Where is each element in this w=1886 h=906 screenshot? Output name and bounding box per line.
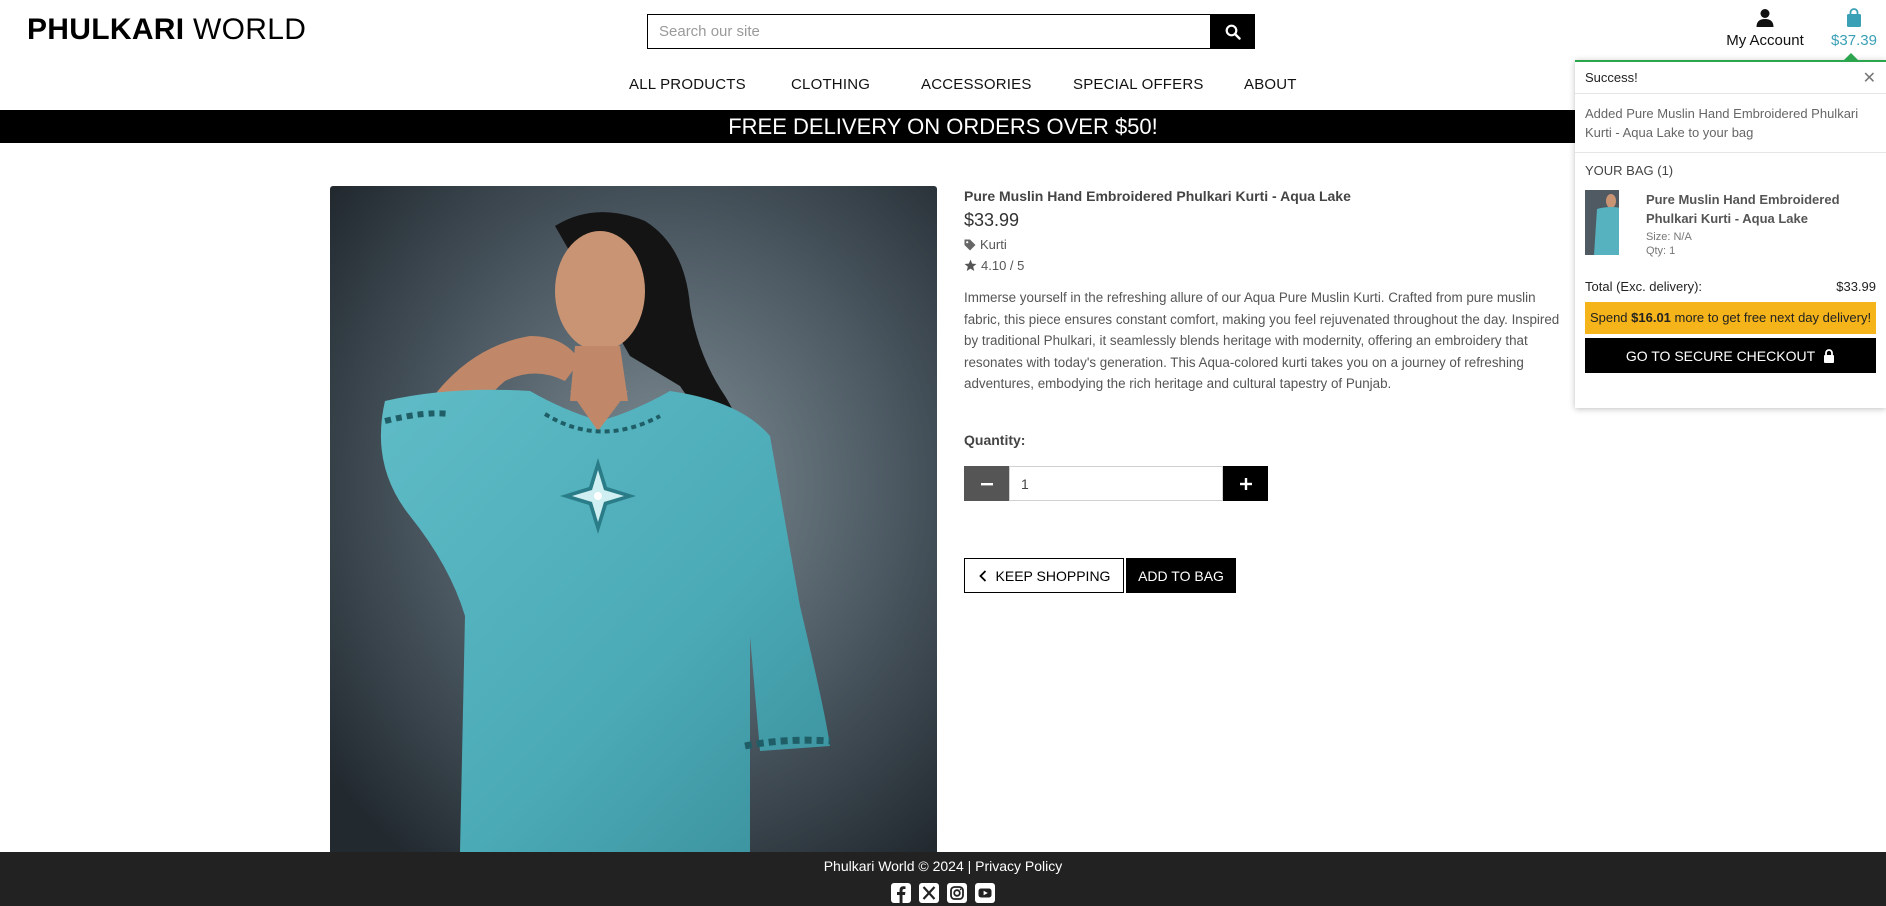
search-input[interactable] bbox=[647, 14, 1210, 49]
toast-message: Added Pure Muslin Hand Embroidered Phulk… bbox=[1575, 94, 1886, 153]
free-delivery-notice: Spend $16.01 more to get free next day d… bbox=[1585, 302, 1876, 334]
product-info: Pure Muslin Hand Embroidered Phulkari Ku… bbox=[964, 188, 1562, 395]
toast-arrow bbox=[1844, 53, 1858, 60]
search-bar bbox=[647, 14, 1255, 49]
bag-item-thumbnail bbox=[1585, 190, 1619, 255]
shopping-bag-icon bbox=[1847, 8, 1861, 27]
search-icon bbox=[1225, 24, 1241, 40]
product-image[interactable] bbox=[330, 186, 937, 852]
bag-item[interactable]: Pure Muslin Hand Embroidered Phulkari Ku… bbox=[1575, 178, 1886, 257]
rating-value: 4.10 / 5 bbox=[981, 258, 1025, 273]
social-links bbox=[0, 882, 1886, 904]
tag-icon bbox=[964, 239, 976, 250]
logo-light-text: WORLD bbox=[193, 13, 307, 46]
chevron-left-icon bbox=[978, 569, 986, 582]
plus-icon bbox=[1239, 477, 1252, 490]
nav-clothing[interactable]: CLOTHING bbox=[791, 76, 870, 93]
keep-shopping-label: KEEP SHOPPING bbox=[995, 567, 1111, 584]
quantity-stepper bbox=[964, 466, 1268, 501]
keep-shopping-button[interactable]: KEEP SHOPPING bbox=[964, 558, 1124, 593]
facebook-icon[interactable] bbox=[890, 882, 912, 904]
success-toast: Success! ✕ Added Pure Muslin Hand Embroi… bbox=[1575, 53, 1886, 408]
spend-prefix: Spend bbox=[1589, 310, 1632, 325]
logo-bold-text: PHULKARI bbox=[27, 13, 185, 46]
youtube-icon[interactable] bbox=[974, 882, 996, 904]
site-footer: Phulkari World © 2024 | Privacy Policy bbox=[0, 852, 1886, 906]
bag-total-label: Total (Exc. delivery): bbox=[1585, 279, 1703, 294]
product-category[interactable]: Kurti bbox=[964, 237, 1562, 252]
nav-special-offers[interactable]: SPECIAL OFFERS bbox=[1073, 76, 1204, 93]
bag-item-qty: Qty: 1 bbox=[1645, 245, 1676, 257]
my-account-label: My Account bbox=[1726, 32, 1804, 49]
bag-total-row: Total (Exc. delivery): $33.99 bbox=[1575, 279, 1886, 294]
nav-accessories[interactable]: ACCESSORIES bbox=[921, 76, 1032, 93]
bag-heading: YOUR BAG (1) bbox=[1585, 163, 1674, 178]
lock-icon bbox=[1824, 348, 1835, 363]
user-icon bbox=[1756, 9, 1774, 27]
bag-item-details: Pure Muslin Hand Embroidered Phulkari Ku… bbox=[1646, 190, 1876, 257]
increase-quantity-button[interactable] bbox=[1223, 466, 1268, 501]
spend-suffix: more to get free next day delivery! bbox=[1670, 310, 1872, 325]
my-account-link[interactable]: My Account bbox=[1706, 8, 1824, 49]
x-icon[interactable] bbox=[918, 882, 940, 904]
product-photo bbox=[330, 186, 937, 852]
spend-amount: $16.01 bbox=[1631, 310, 1671, 325]
bag-total-value: $33.99 bbox=[1836, 279, 1876, 294]
bag-item-size: Size: N/A bbox=[1645, 231, 1692, 243]
close-icon[interactable]: ✕ bbox=[1863, 68, 1876, 88]
product-rating: 4.10 / 5 bbox=[964, 258, 1562, 273]
instagram-icon[interactable] bbox=[946, 882, 968, 904]
product-name: Pure Muslin Hand Embroidered Phulkari Ku… bbox=[964, 188, 1351, 204]
add-to-bag-button[interactable]: ADD TO BAG bbox=[1126, 558, 1236, 593]
minus-icon bbox=[980, 482, 993, 485]
search-button[interactable] bbox=[1210, 14, 1255, 49]
product-price: $33.99 bbox=[964, 210, 1020, 230]
secure-checkout-button[interactable]: GO TO SECURE CHECKOUT bbox=[1585, 338, 1876, 373]
toast-header: Success! ✕ bbox=[1575, 62, 1886, 94]
nav-about[interactable]: ABOUT bbox=[1244, 76, 1297, 93]
nav-all-products[interactable]: ALL PRODUCTS bbox=[629, 76, 746, 93]
bag-item-name: Pure Muslin Hand Embroidered Phulkari Ku… bbox=[1645, 192, 1840, 226]
shopping-bag-link[interactable]: $37.39 bbox=[1822, 8, 1886, 49]
quantity-input[interactable] bbox=[1009, 466, 1223, 501]
site-logo[interactable]: PHULKARI WORLD bbox=[27, 13, 306, 47]
star-icon bbox=[964, 259, 977, 271]
category-label: Kurti bbox=[980, 237, 1007, 252]
footer-copyright[interactable]: Phulkari World © 2024 | Privacy Policy bbox=[0, 858, 1886, 874]
product-description: Immerse yourself in the refreshing allur… bbox=[964, 290, 1560, 392]
bag-total: $37.39 bbox=[1831, 32, 1877, 49]
decrease-quantity-button[interactable] bbox=[964, 466, 1009, 501]
checkout-label: GO TO SECURE CHECKOUT bbox=[1625, 347, 1816, 364]
toast-title: Success! bbox=[1585, 70, 1638, 85]
quantity-label: Quantity: bbox=[964, 432, 1026, 448]
